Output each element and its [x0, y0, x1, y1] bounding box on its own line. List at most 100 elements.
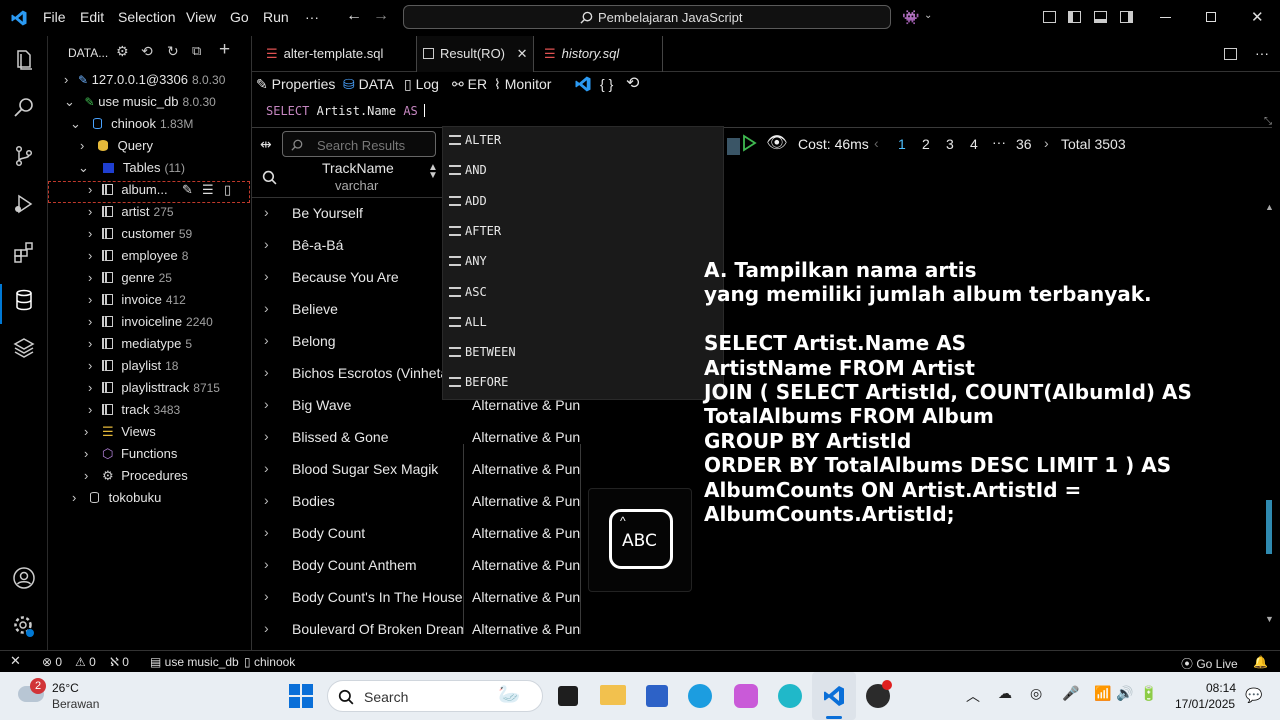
table-row-trackname[interactable]: Body Count Anthem [292, 557, 463, 573]
toggle-panel-icon[interactable] [1094, 11, 1107, 23]
column-header-trackname[interactable]: TrackName [322, 160, 394, 176]
tree-database-music[interactable]: ⌄ ✎ use music_db 8.0.30 [64, 94, 244, 116]
page-4[interactable]: 4 [970, 136, 978, 152]
microphone-icon[interactable]: 🎤 [1062, 685, 1079, 702]
minimize-icon[interactable] [1160, 17, 1171, 18]
table-row-trackname[interactable]: Belong [292, 333, 463, 349]
suggestion-item[interactable]: BEFORE [449, 375, 508, 389]
sql-editor[interactable]: SELECT Artist.Name AS ⤡ [252, 98, 1272, 128]
page-2[interactable]: 2 [922, 136, 930, 152]
suggestion-item[interactable]: ADD [449, 194, 487, 208]
active-schema-status[interactable]: ▯ chinook [244, 655, 295, 669]
extensions-icon[interactable] [12, 240, 36, 264]
menu-file[interactable]: File [43, 9, 66, 25]
ports-status[interactable]: ℵ 0 [110, 655, 129, 669]
more-actions-icon[interactable]: ··· [1255, 45, 1269, 61]
vscode-small-icon[interactable] [574, 75, 592, 93]
search-sidebar-icon[interactable] [12, 96, 36, 120]
eye-icon[interactable]: 👁 [766, 133, 788, 153]
tab-alter-template[interactable]: ☰ alter-template.sql [266, 36, 416, 72]
taskbar-search-box[interactable]: Search 🦢 [327, 680, 543, 712]
page-1[interactable]: 1 [898, 136, 906, 152]
tree-functions[interactable]: › ⬡ Functions [84, 446, 234, 468]
table-item[interactable]: › customer 59 [88, 226, 238, 248]
table-row-genre[interactable]: Alternative & Punk [472, 525, 580, 541]
menu-go[interactable]: Go [230, 9, 249, 25]
source-control-icon[interactable] [12, 144, 36, 168]
battery-icon[interactable]: 🔋 [1140, 685, 1157, 702]
restore-icon[interactable] [1206, 12, 1216, 22]
menu-selection[interactable]: Selection [118, 9, 176, 25]
suggestion-item[interactable]: ASC [449, 285, 487, 299]
tree-connection[interactable]: › ✎ 127.0.0.1@3306 8.0.30 [64, 72, 244, 94]
page-ellipsis[interactable]: ··· [992, 134, 1006, 150]
store-icon[interactable] [646, 685, 668, 707]
list-icon[interactable]: ☰ [202, 182, 214, 198]
clock-time[interactable]: 08:14 [1206, 681, 1236, 695]
copilot-icon[interactable]: 👾 [902, 9, 919, 26]
page-36[interactable]: 36 [1016, 136, 1032, 152]
layers-icon[interactable] [12, 336, 36, 360]
errors-status[interactable]: ⊗ 0 [42, 655, 62, 669]
history-icon[interactable]: ⟲ [141, 43, 153, 60]
settings-icon[interactable]: ⚙ [116, 43, 129, 60]
monitor-button[interactable]: ⌇ Monitor [494, 76, 551, 93]
refresh-icon[interactable]: ↻ [167, 43, 179, 60]
suggestion-item[interactable]: ALL [449, 315, 487, 329]
new-file-icon[interactable]: ▯ [224, 182, 231, 198]
settings-gear-icon[interactable] [12, 614, 36, 638]
table-item[interactable]: › genre 25 [88, 270, 238, 292]
forward-arrow-icon[interactable]: → [373, 7, 389, 25]
close-tab-icon[interactable]: ✕ [517, 46, 528, 61]
scroll-down-arrow-icon[interactable]: ▼ [1265, 614, 1274, 626]
close-window-icon[interactable]: ✕ [1251, 8, 1264, 26]
table-row-trackname[interactable]: Be Yourself [292, 205, 463, 221]
expand-row-icon[interactable]: › [264, 588, 269, 604]
edge-icon[interactable] [688, 684, 712, 708]
table-row-trackname[interactable]: Blood Sugar Sex Magik [292, 461, 463, 477]
suggestion-item[interactable]: ALTER [449, 133, 501, 147]
suggestion-scrollbar[interactable] [727, 138, 740, 155]
table-row-genre[interactable]: Alternative & Punk [472, 621, 580, 637]
tree-schema-chinook[interactable]: ⌄ chinook 1.83M [70, 116, 240, 138]
go-live-button[interactable]: ⦿ Go Live [1181, 655, 1238, 672]
table-item[interactable]: › mediatype 5 [88, 336, 238, 358]
menu-view[interactable]: View [186, 9, 216, 25]
expand-row-icon[interactable]: › [264, 332, 269, 348]
table-item[interactable]: › track 3483 [88, 402, 238, 424]
table-item[interactable]: › employee 8 [88, 248, 238, 270]
tree-query[interactable]: › Query [80, 138, 240, 160]
data-button[interactable]: ⛁ DATA [343, 76, 394, 93]
expand-row-icon[interactable]: › [264, 492, 269, 508]
customize-layout-icon[interactable] [1043, 11, 1056, 23]
search-results-input[interactable]: Search Results [282, 131, 436, 157]
tray-cloud-icon[interactable]: ☁ [998, 685, 1012, 702]
command-center-search[interactable]: Pembelajaran JavaScript [403, 5, 891, 29]
remote-icon[interactable]: ✕ [10, 653, 21, 669]
properties-button[interactable]: ✎ Properties [256, 76, 335, 93]
table-row-genre[interactable]: Alternative & Punk [472, 557, 580, 573]
suggestion-item[interactable]: BETWEEN [449, 345, 516, 359]
tray-app-icon[interactable]: ◎ [1030, 685, 1042, 702]
add-connection-icon[interactable]: + [219, 39, 230, 61]
menu-run[interactable]: Run [263, 9, 289, 25]
toggle-sidebar-icon[interactable] [1068, 11, 1081, 23]
app-icon[interactable] [778, 684, 802, 708]
table-row-trackname[interactable]: Big Wave [292, 397, 463, 413]
volume-icon[interactable]: 🔊 [1116, 685, 1133, 702]
table-row-genre[interactable]: Alternative & Punk [472, 429, 580, 445]
pin-icon[interactable]: ⇹ [260, 136, 272, 153]
table-row-trackname[interactable]: Bichos Escrotos (Vinheta) [292, 365, 463, 381]
table-item[interactable]: › artist 275 [88, 204, 238, 226]
expand-row-icon[interactable]: › [264, 620, 269, 636]
expand-row-icon[interactable]: › [264, 236, 269, 252]
menu-more[interactable]: ··· [305, 9, 319, 25]
table-item[interactable]: › playlisttrack 8715 [88, 380, 238, 402]
account-icon[interactable] [12, 566, 36, 590]
log-button[interactable]: ▯ Log [404, 76, 439, 93]
collapse-all-icon[interactable]: ⧉ [192, 43, 201, 59]
table-row-trackname[interactable]: Body Count [292, 525, 463, 541]
table-row-trackname[interactable]: Believe [292, 301, 463, 317]
notification-center-icon[interactable]: 💬 [1245, 687, 1262, 704]
sql-input-line[interactable]: SELECT Artist.Name AS [266, 104, 425, 118]
